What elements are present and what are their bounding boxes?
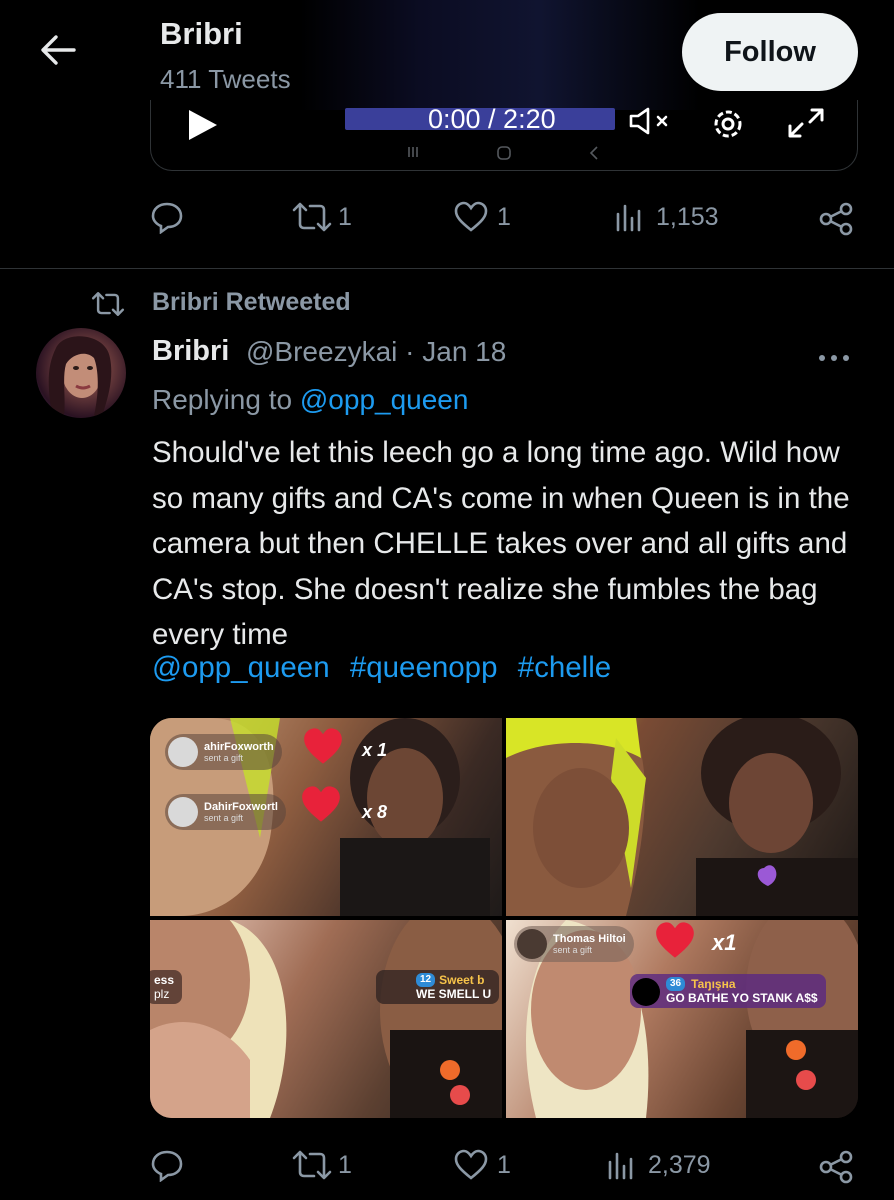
- author-handle-date[interactable]: @Breezykai · Jan 18: [246, 336, 506, 368]
- gift-multiplier: x 8: [362, 802, 388, 822]
- retweeted-icon-wrap: [88, 290, 128, 323]
- prev-share-button[interactable]: [818, 202, 854, 236]
- mention-link[interactable]: @opp_queen: [152, 651, 330, 684]
- prev-reply-button[interactable]: [150, 200, 184, 234]
- gift-sender: DahirFoxwortl: [204, 801, 278, 813]
- media-image-2[interactable]: [506, 718, 858, 916]
- prev-like-count: 1: [497, 202, 511, 231]
- level-badge: 12: [416, 973, 436, 987]
- share-icon: [819, 202, 853, 236]
- back-button[interactable]: [38, 30, 78, 70]
- gift-avatar: [517, 929, 547, 959]
- gift-avatar: [168, 797, 198, 827]
- prev-views-button[interactable]: 1,153: [614, 200, 719, 234]
- page-title: Bribri: [160, 16, 243, 51]
- retweeted-label: Bribri Retweeted: [152, 288, 351, 316]
- back-arrow-icon: [41, 35, 76, 65]
- like-icon: [454, 1149, 488, 1180]
- views-icon: [616, 204, 641, 232]
- nav-recent-icon: [406, 145, 420, 164]
- prev-retweet-button[interactable]: 1: [290, 200, 352, 234]
- media-image-3[interactable]: ess plz 12 Sweet b WE SMELL U: [150, 920, 502, 1118]
- retweet-count: 1: [338, 1150, 352, 1179]
- tweet-count: 411 Tweets: [160, 64, 291, 94]
- mute-button[interactable]: [628, 106, 674, 141]
- gift-sender: Thomas Hiltoi: [553, 933, 626, 945]
- chat-bubble: ess plz: [150, 970, 183, 1004]
- gift-sub: sent a gift: [553, 945, 593, 955]
- replying-to-link[interactable]: @opp_queen: [300, 384, 469, 415]
- gift-sub: sent a gift: [204, 753, 244, 763]
- gift-notification: Thomas Hiltoi sent a gift: [514, 926, 634, 962]
- author-name[interactable]: Bribri: [152, 335, 229, 368]
- nav-back-icon: [588, 145, 600, 166]
- gift-notification: ahirFoxworth sent a gift: [165, 734, 282, 770]
- fullscreen-icon: [788, 108, 824, 138]
- heart-gift-icon: [304, 728, 342, 764]
- prev-like-button[interactable]: 1: [453, 200, 511, 234]
- settings-button[interactable]: [708, 104, 748, 149]
- heart-gift-icon: [302, 786, 340, 822]
- replying-prefix: Replying to: [152, 384, 293, 415]
- video-time: 0:00 / 2:20: [428, 104, 556, 134]
- chat-username: Taŋışнa: [691, 977, 736, 991]
- views-button[interactable]: 2,379: [606, 1148, 711, 1182]
- media-grid: ahirFoxworth sent a gift x 1 DahirFoxwor…: [150, 718, 858, 1118]
- retweet-icon: [91, 292, 125, 316]
- tile3-scene: [150, 920, 502, 1118]
- reply-icon: [151, 1150, 183, 1182]
- more-button[interactable]: [818, 338, 850, 370]
- chat-avatar: [632, 978, 660, 1006]
- tile2-scene: [506, 718, 858, 916]
- chat-message: WE SMELL U: [416, 987, 492, 1001]
- reply-icon: [151, 202, 183, 234]
- chat-username: ess: [154, 973, 175, 987]
- gift-multiplier: x1: [712, 930, 737, 955]
- retweet-icon: [292, 1150, 332, 1180]
- replying-to: Replying to @opp_queen: [152, 384, 468, 416]
- avatar[interactable]: [36, 328, 126, 418]
- prev-retweet-count: 1: [338, 202, 352, 231]
- views-icon: [608, 1152, 633, 1180]
- hashtag-link[interactable]: #chelle: [518, 651, 611, 684]
- retweet-icon: [292, 202, 332, 232]
- like-icon: [454, 201, 488, 232]
- avatar-image: [48, 336, 112, 416]
- more-icon: [819, 355, 849, 361]
- chat-message: plz: [154, 987, 170, 1001]
- follow-button[interactable]: Follow: [682, 13, 858, 91]
- play-button[interactable]: [185, 108, 219, 147]
- chat-bubble: 12 Sweet b WE SMELL U: [376, 970, 500, 1004]
- fullscreen-button[interactable]: [786, 106, 826, 145]
- gift-avatar: [168, 737, 198, 767]
- gift-sender: ahirFoxworth: [204, 741, 274, 753]
- media-image-1[interactable]: ahirFoxworth sent a gift x 1 DahirFoxwor…: [150, 718, 502, 916]
- prev-views-count: 1,153: [656, 202, 719, 231]
- hashtag-link[interactable]: #queenopp: [350, 651, 498, 684]
- share-icon: [819, 1150, 853, 1184]
- settings-icon: [714, 110, 742, 138]
- like-count: 1: [497, 1150, 511, 1179]
- media-image-4[interactable]: Thomas Hiltoi sent a gift x1 36 Taŋışнa …: [506, 920, 858, 1118]
- chat-username: Sweet b: [439, 973, 485, 987]
- tweet-divider: [0, 268, 894, 269]
- gift-notification: DahirFoxwortl sent a gift: [165, 794, 286, 830]
- like-button[interactable]: 1: [453, 1148, 511, 1182]
- heart-gift-icon: [656, 922, 694, 958]
- tweet-tags: @opp_queen #queenopp #chelle: [152, 651, 621, 685]
- gift-multiplier: x 1: [362, 740, 388, 760]
- share-button[interactable]: [818, 1150, 854, 1184]
- level-badge: 36: [666, 977, 686, 991]
- nav-home-icon: [496, 145, 512, 166]
- views-count: 2,379: [648, 1150, 711, 1179]
- reply-button[interactable]: [150, 1148, 184, 1182]
- chat-message: GO BATHE YO STANK A$$: [666, 991, 818, 1005]
- play-icon: [189, 110, 217, 140]
- mute-icon: [629, 107, 668, 135]
- retweet-button[interactable]: 1: [290, 1148, 352, 1182]
- header-video-backdrop: [300, 0, 700, 110]
- tweet-text: Should've let this leech go a long time …: [152, 436, 850, 651]
- gift-sub: sent a gift: [204, 813, 244, 823]
